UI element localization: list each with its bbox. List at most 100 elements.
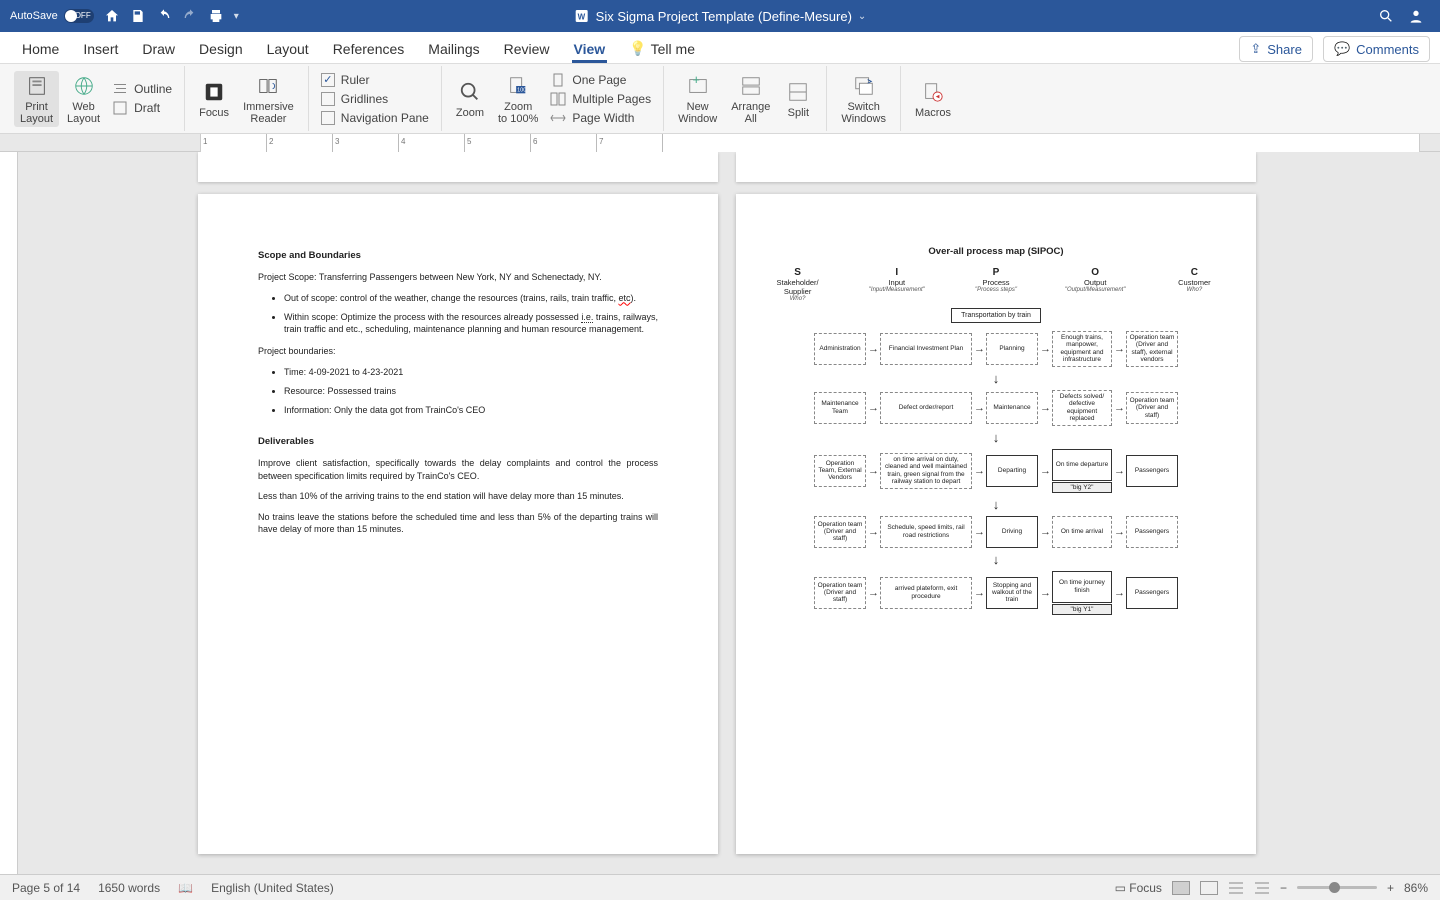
language-indicator[interactable]: English (United States) xyxy=(211,881,334,895)
list-item: Out of scope: control of the weather, ch… xyxy=(284,292,658,304)
outline-icon xyxy=(112,82,128,96)
autosave-switch-icon: OFF xyxy=(64,9,94,23)
sipoc-header: SStakeholder/ SupplierWho?IInput"Input/M… xyxy=(750,267,1242,302)
page-width-icon xyxy=(550,111,566,125)
tab-home[interactable]: Home xyxy=(10,34,71,63)
one-page-button[interactable]: One Page xyxy=(546,71,655,89)
status-bar: Page 5 of 14 1650 words 📖 English (Unite… xyxy=(0,874,1440,900)
body-text: Project Scope: Transferring Passengers b… xyxy=(258,271,658,284)
focus-mode-button[interactable]: ▭ Focus xyxy=(1115,881,1162,895)
web-layout-icon xyxy=(71,73,97,99)
word-doc-icon: W xyxy=(574,8,590,24)
multiple-pages-icon xyxy=(550,92,566,106)
svg-text:+: + xyxy=(692,75,700,87)
vertical-ruler[interactable] xyxy=(0,152,18,874)
document-page[interactable]: Scope and Boundaries Project Scope: Tran… xyxy=(198,194,718,854)
print-layout-icon xyxy=(24,73,50,99)
ribbon-tabs: Home Insert Draw Design Layout Reference… xyxy=(0,32,1440,64)
page-indicator[interactable]: Page 5 of 14 xyxy=(12,881,80,895)
draft-button[interactable]: Draft xyxy=(108,99,176,117)
sipoc-grid: Administration→Financial Investment Plan… xyxy=(750,331,1242,615)
checkbox-checked-icon: ✓ xyxy=(321,73,335,87)
tab-insert[interactable]: Insert xyxy=(71,34,130,63)
split-icon xyxy=(785,79,811,105)
print-layout-view-icon[interactable] xyxy=(1172,881,1190,895)
switch-windows-button[interactable]: Switch Windows xyxy=(835,71,892,127)
split-button[interactable]: Split xyxy=(778,77,818,121)
new-window-button[interactable]: +New Window xyxy=(672,71,723,127)
tab-layout[interactable]: Layout xyxy=(255,34,321,63)
macros-icon xyxy=(920,79,946,105)
print-layout-button[interactable]: Print Layout xyxy=(14,71,59,127)
zoom-in-button[interactable]: + xyxy=(1387,881,1394,895)
home-icon[interactable] xyxy=(104,8,120,24)
zoom-out-button[interactable]: − xyxy=(1280,881,1287,895)
tab-design[interactable]: Design xyxy=(187,34,255,63)
heading: Scope and Boundaries xyxy=(258,250,658,261)
web-layout-view-icon[interactable] xyxy=(1200,881,1218,895)
word-count[interactable]: 1650 words xyxy=(98,881,160,895)
immersive-reader-button[interactable]: Immersive Reader xyxy=(237,71,300,127)
comments-button[interactable]: 💬Comments xyxy=(1323,36,1430,62)
tab-mailings[interactable]: Mailings xyxy=(416,34,491,63)
macros-button[interactable]: Macros xyxy=(909,77,957,121)
arrange-all-icon xyxy=(738,73,764,99)
page-width-button[interactable]: Page Width xyxy=(546,109,655,127)
web-layout-button[interactable]: Web Layout xyxy=(61,71,106,127)
document-page[interactable]: Over-all process map (SIPOC) SStakeholde… xyxy=(736,194,1256,854)
draft-icon xyxy=(112,101,128,115)
zoom100-icon: 100 xyxy=(505,73,531,99)
one-page-icon xyxy=(550,73,566,87)
outline-button[interactable]: Outline xyxy=(108,80,176,98)
body-text: Improve client satisfaction, specificall… xyxy=(258,457,658,482)
body-text: Less than 10% of the arriving trains to … xyxy=(258,490,658,503)
checkbox-icon xyxy=(321,111,335,125)
ribbon: Print Layout Web Layout Outline Draft Fo… xyxy=(0,64,1440,134)
undo-icon[interactable] xyxy=(156,8,172,24)
ruler-checkbox[interactable]: ✓Ruler xyxy=(317,71,433,89)
list-item: Time: 4-09-2021 to 4-23-2021 xyxy=(284,366,658,378)
draft-view-icon[interactable] xyxy=(1254,881,1270,895)
zoom100-button[interactable]: 100Zoom to 100% xyxy=(492,71,544,127)
spellcheck-icon[interactable]: 📖 xyxy=(178,881,193,895)
print-icon[interactable] xyxy=(208,8,224,24)
multiple-pages-button[interactable]: Multiple Pages xyxy=(546,90,655,108)
tab-references[interactable]: References xyxy=(321,34,417,63)
list-item: Information: Only the data got from Trai… xyxy=(284,404,658,416)
document-title[interactable]: W Six Sigma Project Template (Define-Mes… xyxy=(574,8,867,24)
tab-view[interactable]: View xyxy=(562,34,618,63)
account-icon[interactable] xyxy=(1408,8,1424,24)
navpane-checkbox[interactable]: Navigation Pane xyxy=(317,109,433,127)
switch-windows-icon xyxy=(851,73,877,99)
list-item: Resource: Possessed trains xyxy=(284,385,658,397)
save-icon[interactable] xyxy=(130,8,146,24)
zoom-percent[interactable]: 86% xyxy=(1404,881,1428,895)
zoom-button[interactable]: Zoom xyxy=(450,77,490,121)
qat-customize-icon[interactable]: ▾ xyxy=(234,11,239,22)
document-area[interactable]: Scope and Boundaries Project Scope: Tran… xyxy=(0,152,1440,874)
search-icon[interactable] xyxy=(1378,8,1394,24)
svg-text:100: 100 xyxy=(517,87,526,93)
sipoc-process-title: Transportation by train xyxy=(951,308,1041,323)
focus-button[interactable]: Focus xyxy=(193,77,235,121)
share-button[interactable]: ⇪Share xyxy=(1239,36,1313,62)
tab-draw[interactable]: Draw xyxy=(130,34,187,63)
new-window-icon: + xyxy=(685,73,711,99)
outline-view-icon[interactable] xyxy=(1228,881,1244,895)
immersive-icon xyxy=(255,73,281,99)
zoom-icon xyxy=(457,79,483,105)
checkbox-icon xyxy=(321,92,335,106)
focus-icon xyxy=(201,79,227,105)
body-text: Project boundaries: xyxy=(258,345,658,358)
redo-icon[interactable] xyxy=(182,8,198,24)
list-item: Within scope: Optimize the process with … xyxy=(284,311,658,335)
horizontal-ruler[interactable]: 1 2 3 4 5 6 7 xyxy=(0,134,1440,152)
heading: Deliverables xyxy=(258,436,658,447)
arrange-all-button[interactable]: Arrange All xyxy=(725,71,776,127)
prev-page-bottom xyxy=(198,152,718,182)
tab-review[interactable]: Review xyxy=(492,34,562,63)
autosave-toggle[interactable]: AutoSave OFF xyxy=(10,9,94,23)
gridlines-checkbox[interactable]: Gridlines xyxy=(317,90,433,108)
zoom-slider[interactable] xyxy=(1297,886,1377,889)
tab-tellme[interactable]: 💡Tell me xyxy=(617,33,707,63)
